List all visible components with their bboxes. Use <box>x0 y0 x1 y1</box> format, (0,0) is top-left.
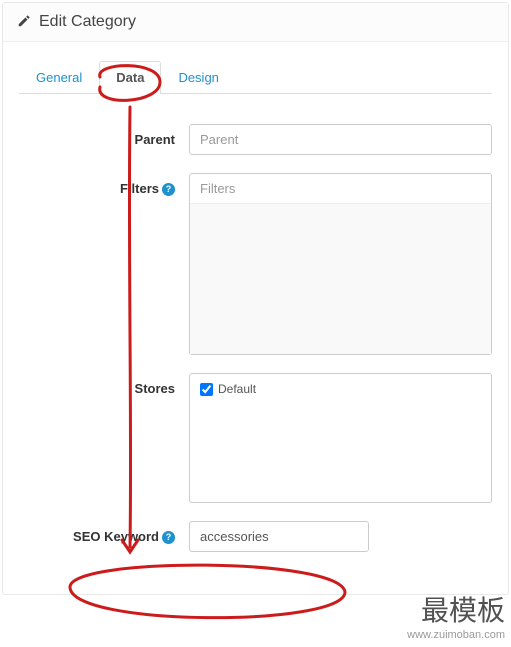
watermark: 最模板 www.zuimoban.com <box>407 589 505 641</box>
store-default-label: Default <box>218 382 256 396</box>
row-stores: Stores Default <box>19 373 492 503</box>
row-seo: SEO Keyword? <box>19 521 492 552</box>
parent-input[interactable] <box>189 124 492 155</box>
panel-body: General Data Design Parent Filters? Stor… <box>3 42 508 594</box>
tab-design[interactable]: Design <box>161 61 235 94</box>
filters-input[interactable] <box>190 174 491 204</box>
panel-header: Edit Category <box>3 3 508 42</box>
stores-box: Default <box>189 373 492 503</box>
filters-area[interactable] <box>190 204 491 354</box>
label-filters: Filters <box>120 181 159 196</box>
tab-data[interactable]: Data <box>99 61 161 94</box>
tabs: General Data Design <box>19 60 492 94</box>
edit-panel: Edit Category General Data Design Parent… <box>2 2 509 595</box>
label-seo: SEO Keyword <box>73 529 159 544</box>
help-icon[interactable]: ? <box>162 531 175 544</box>
seo-keyword-input[interactable] <box>189 521 369 552</box>
label-stores: Stores <box>19 373 189 396</box>
page-title: Edit Category <box>39 13 136 31</box>
store-default-checkbox[interactable] <box>200 383 213 396</box>
row-parent: Parent <box>19 124 492 155</box>
store-default[interactable]: Default <box>200 382 481 396</box>
row-filters: Filters? <box>19 173 492 355</box>
filters-box <box>189 173 492 355</box>
watermark-text: 最模板 <box>407 589 505 629</box>
label-parent: Parent <box>19 124 189 147</box>
watermark-url: www.zuimoban.com <box>407 629 505 641</box>
help-icon[interactable]: ? <box>162 183 175 196</box>
tab-general[interactable]: General <box>19 61 99 94</box>
pencil-icon <box>17 14 31 31</box>
